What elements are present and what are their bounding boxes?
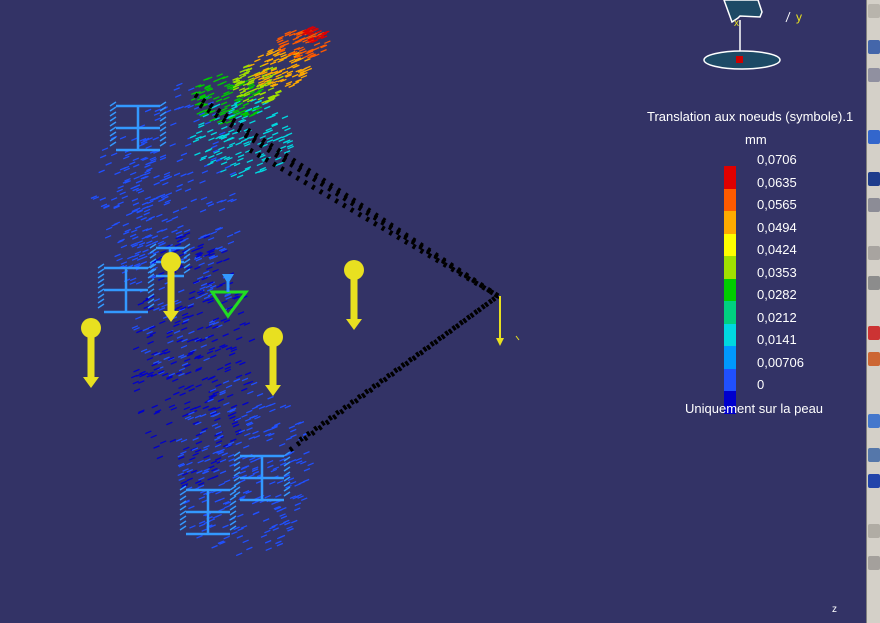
legend-swatch (724, 166, 736, 189)
legend-value-label: 0 (757, 377, 765, 392)
handle-point-arrow (496, 296, 520, 346)
legend-value-label: 0,0494 (757, 219, 797, 235)
restraint-symbol (233, 451, 291, 502)
toolbar-tool-icon[interactable] (868, 276, 880, 290)
legend-swatch (724, 301, 736, 324)
dashed-link (288, 293, 500, 453)
load-arrows (81, 252, 364, 396)
toolbar-tool-icon[interactable] (868, 68, 880, 82)
toolbar-tool-icon[interactable] (868, 246, 880, 260)
toolbar-tool-icon[interactable] (868, 414, 880, 428)
toolbar-tool-icon[interactable] (868, 448, 880, 462)
legend-footer: Uniquement sur la peau (685, 401, 824, 416)
right-toolbar (866, 0, 880, 623)
legend-swatch (724, 233, 736, 256)
legend-title: Translation aux noeuds (symbole).1 (647, 109, 854, 124)
axis-z-label: z (832, 604, 837, 615)
legend-swatch (724, 211, 736, 234)
restraint-symbol (109, 101, 167, 152)
legend-swatch (724, 323, 736, 346)
toolbar-tool-icon[interactable] (868, 326, 880, 340)
dashed-link (248, 147, 500, 299)
legend-swatch (724, 188, 736, 211)
toolbar-tool-icon[interactable] (868, 352, 880, 366)
legend-value-label: 0,0282 (757, 287, 797, 302)
legend-swatch (724, 368, 736, 391)
legend-value-label: 0,00706 (757, 354, 804, 370)
load-arrow-icon (263, 327, 283, 396)
legend-value-label: 0,0635 (757, 174, 797, 190)
legend-swatch (724, 346, 736, 369)
toolbar-tool-icon[interactable] (868, 172, 880, 186)
legend-swatch (724, 278, 736, 301)
legend-value-label: 0,0141 (757, 332, 797, 347)
restraint-symbol (97, 263, 155, 314)
compass-x-label: x (734, 18, 739, 29)
restraint-symbol (179, 485, 237, 536)
3d-viewport[interactable] (0, 0, 866, 623)
legend-swatch (724, 256, 736, 279)
toolbar-tool-icon[interactable] (868, 4, 880, 18)
toolbar-tool-icon[interactable] (868, 198, 880, 212)
toolbar-tool-icon[interactable] (868, 556, 880, 570)
load-arrow-icon (344, 260, 364, 330)
legend-value-label: 0,0212 (757, 309, 797, 325)
analysis-scene (81, 25, 520, 557)
toolbar-tool-icon[interactable] (868, 474, 880, 488)
legend-value-label: 0,0706 (757, 152, 797, 167)
legend-unit: mm (745, 132, 767, 147)
load-arrow-icon (81, 318, 101, 388)
legend-value-label: 0,0353 (757, 264, 797, 280)
legend-value-label: 0,0565 (757, 197, 797, 212)
compass-icon[interactable]: y x (700, 0, 802, 80)
toolbar-tool-icon[interactable] (868, 524, 880, 538)
legend-value-label: 0,0424 (757, 242, 797, 257)
toolbar-tool-icon[interactable] (868, 40, 880, 54)
toolbar-tool-icon[interactable] (868, 130, 880, 144)
compass-y-label: y (796, 10, 802, 24)
